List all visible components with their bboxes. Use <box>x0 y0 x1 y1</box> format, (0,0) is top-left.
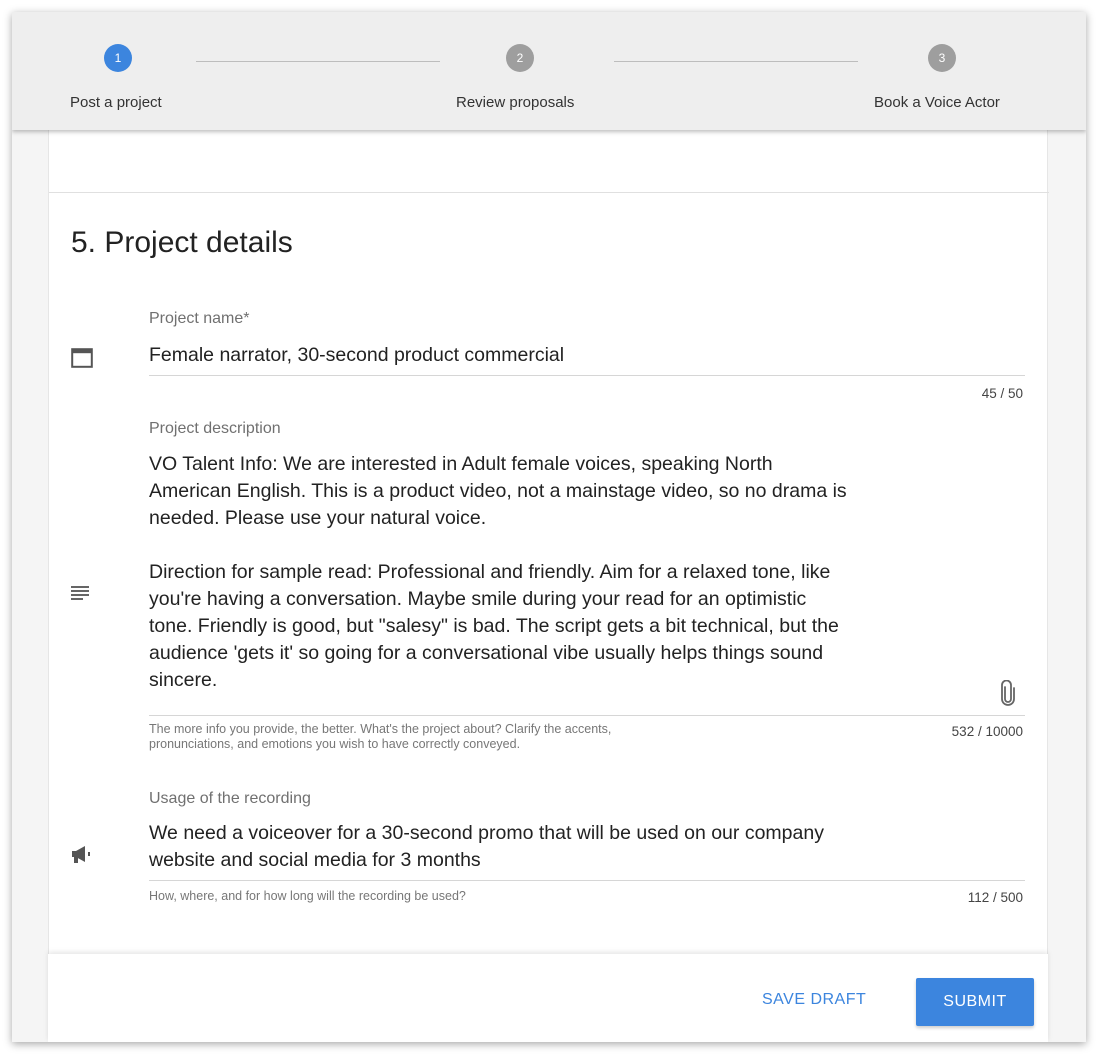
description-line: VO Talent Info: We are interested in Adu… <box>149 453 773 475</box>
megaphone-icon <box>71 846 93 869</box>
project-name-input[interactable]: Female narrator, 30-second product comme… <box>149 342 989 369</box>
step-1-indicator: 1 <box>104 44 132 72</box>
step-connector-2 <box>614 61 858 62</box>
description-line: American English. This is a product vide… <box>149 480 847 502</box>
form-actions-bar: SAVE DRAFT SUBMIT <box>48 954 1048 1042</box>
project-name-counter: 45 / 50 <box>981 386 1023 401</box>
section-title: 5. Project details <box>71 226 293 259</box>
project-description-textarea[interactable]: VO Talent Info: We are interested in Adu… <box>149 451 989 694</box>
browser-window-icon <box>71 348 93 373</box>
step-connector-1 <box>196 61 440 62</box>
description-blank-line <box>149 532 989 559</box>
project-name-underline <box>149 375 1025 376</box>
app-window: 1 2 3 Post a project Review proposals Bo… <box>12 12 1086 1042</box>
project-name-label: Project name* <box>149 310 250 327</box>
progress-stepper: 1 2 3 Post a project Review proposals Bo… <box>12 12 1086 130</box>
section-divider <box>49 192 1049 193</box>
save-draft-button[interactable]: SAVE DRAFT <box>748 978 880 1022</box>
description-line: audience 'gets it' so going for a conver… <box>149 642 824 664</box>
step-1-label: Post a project <box>70 94 162 111</box>
paperclip-icon[interactable] <box>1001 679 1015 711</box>
usage-line: We need a voiceover for a 30-second prom… <box>149 822 824 844</box>
text-lines-icon <box>71 586 89 605</box>
step-3-indicator: 3 <box>928 44 956 72</box>
usage-textarea[interactable]: We need a voiceover for a 30-second prom… <box>149 820 989 874</box>
step-2-label: Review proposals <box>456 94 575 111</box>
project-description-helper: The more info you provide, the better. W… <box>149 722 839 752</box>
project-description-label: Project description <box>149 420 281 437</box>
usage-helper: How, where, and for how long will the re… <box>149 889 466 903</box>
project-form-card: 5. Project details Project name* Female … <box>48 130 1049 1042</box>
step-3-label: Book a Voice Actor <box>874 94 1000 111</box>
usage-underline <box>149 880 1025 881</box>
description-line: tone. Friendly is good, but "salesy" is … <box>149 615 839 637</box>
project-description-underline <box>149 715 1025 716</box>
usage-label: Usage of the recording <box>149 790 311 807</box>
submit-button[interactable]: SUBMIT <box>916 978 1034 1026</box>
usage-counter: 112 / 500 <box>967 890 1023 905</box>
description-line: Direction for sample read: Professional … <box>149 561 831 583</box>
description-line: you're having a conversation. Maybe smil… <box>149 588 807 610</box>
project-description-counter: 532 / 10000 <box>951 724 1023 739</box>
usage-line: website and social media for 3 months <box>149 849 481 871</box>
helper-line: The more info you provide, the better. W… <box>149 722 612 736</box>
description-line: sincere. <box>149 669 218 691</box>
step-2-indicator: 2 <box>506 44 534 72</box>
description-line: needed. Please use your natural voice. <box>149 507 487 529</box>
helper-line: pronunciations, and emotions you wish to… <box>149 737 521 751</box>
